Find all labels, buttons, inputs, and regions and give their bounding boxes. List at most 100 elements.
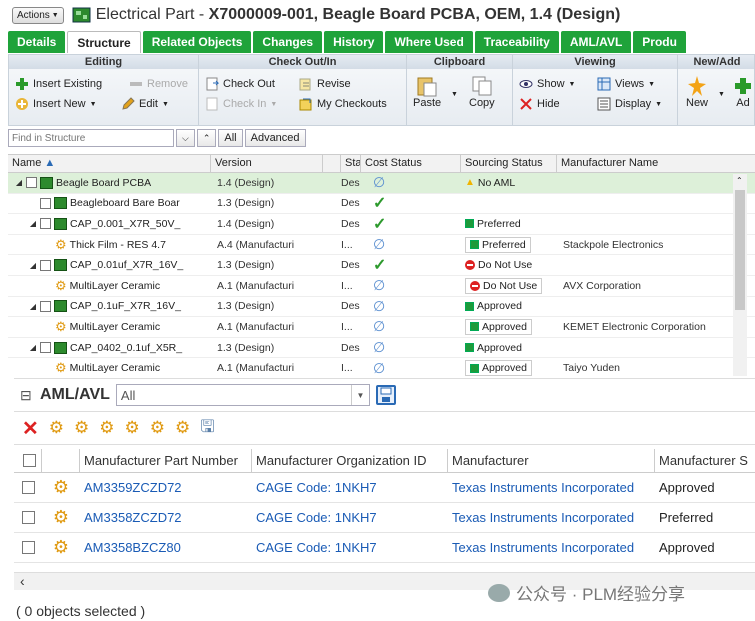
display-button[interactable]: Display ▼ — [597, 97, 662, 111]
org-id-link[interactable]: CAGE Code: 1NKH7 — [252, 480, 448, 495]
grid-vertical-scrollbar[interactable]: ⌃ — [733, 174, 747, 376]
org-id-link[interactable]: CAGE Code: 1NKH7 — [252, 540, 448, 555]
table-row[interactable]: ⚙ MultiLayer Ceramic A.1 (Manufacturi I..… — [8, 317, 755, 338]
tab-where-used[interactable]: Where Used — [385, 31, 473, 53]
tab-related-objects[interactable]: Related Objects — [142, 31, 252, 53]
checkbox[interactable] — [26, 177, 37, 189]
save-disk-icon[interactable]: 🖫 — [200, 414, 214, 443]
table-row[interactable]: ◢ CAP_0.1uF_X7R_16V_ 1.3 (Design) Des ∅ A… — [8, 297, 755, 318]
table-row[interactable]: Beagleboard Bare Boar 1.3 (Design) Des ✓ — [8, 194, 755, 215]
column-header-cost-status[interactable]: Cost Status — [361, 155, 461, 172]
delete-icon[interactable]: ✕ — [22, 416, 39, 441]
chevron-left-icon[interactable]: ‹ — [20, 573, 25, 589]
expand-triangle-icon[interactable]: ◢ — [28, 261, 38, 270]
tab-structure[interactable]: Structure — [67, 31, 141, 53]
table-row[interactable]: ⚙ MultiLayer Ceramic A.1 (Manufacturi I..… — [8, 276, 755, 297]
table-row[interactable]: ◢ CAP_0.01uf_X7R_16V_ 1.3 (Design) Des ✓ … — [8, 255, 755, 276]
expand-triangle-icon[interactable]: ◢ — [28, 302, 38, 311]
aml-table-row[interactable]: ⚙ AM3358BZCZ80 CAGE Code: 1NKH7 Texas In… — [14, 533, 755, 563]
column-header-manufacturer-name[interactable]: Manufacturer Name — [557, 155, 741, 172]
aml-filter-select[interactable]: All ▼ — [115, 384, 370, 406]
aml-table-row[interactable]: ⚙ AM3358ZCZD72 CAGE Code: 1NKH7 Texas In… — [14, 503, 755, 533]
views-button[interactable]: Views ▼ — [597, 77, 655, 91]
column-header-state[interactable]: Sta — [341, 155, 361, 172]
insert-existing-button[interactable]: Insert Existing — [15, 77, 102, 91]
checkbox[interactable] — [40, 197, 51, 209]
column-header-part-number[interactable]: Manufacturer Part Number — [80, 448, 252, 473]
column-header-manufacturer[interactable]: Manufacturer — [448, 448, 655, 473]
edit-button[interactable]: Edit ▼ — [121, 97, 169, 111]
show-button[interactable]: Show ▼ — [519, 77, 575, 91]
checkbox[interactable] — [40, 259, 51, 271]
gear-edit-icon[interactable]: ⚙ — [175, 418, 190, 438]
table-row[interactable]: ◢ CAP_0.001_X7R_50V_ 1.4 (Design) Des ✓ P… — [8, 214, 755, 235]
checkbox[interactable] — [40, 218, 51, 230]
paste-button[interactable]: Paste — [413, 75, 441, 109]
gear-icon[interactable]: ⚙ — [49, 418, 64, 438]
state-cell: I... — [341, 279, 353, 292]
column-header-name[interactable]: Name ▲ — [8, 155, 211, 172]
checkbox[interactable] — [23, 454, 36, 467]
chevron-down-icon: ▼ — [89, 100, 97, 108]
expand-triangle-icon[interactable]: ◢ — [28, 343, 38, 352]
tab-history[interactable]: History — [324, 31, 384, 53]
new-button[interactable]: New — [686, 75, 708, 109]
part-number-link[interactable]: AM3359ZCZD72 — [80, 480, 252, 495]
my-checkouts-button[interactable]: My Checkouts — [299, 97, 387, 111]
expand-triangle-icon[interactable]: ◢ — [28, 219, 38, 228]
scrollbar-thumb[interactable] — [735, 190, 745, 310]
hide-button[interactable]: Hide — [519, 97, 560, 111]
page-title: Electrical Part - X7000009-001, Beagle B… — [96, 6, 621, 24]
manufacturer-link[interactable]: Texas Instruments Incorporated — [448, 480, 655, 495]
cost-status-cell: ∅ — [361, 277, 461, 294]
save-icon[interactable] — [375, 385, 396, 405]
add-button[interactable]: Ad — [732, 75, 754, 109]
gear-plus-icon[interactable]: ⚙ — [99, 418, 114, 438]
checkbox[interactable] — [21, 511, 35, 524]
name-cell: Beagleboard Bare Boar — [8, 197, 211, 210]
column-header-org-id[interactable]: Manufacturer Organization ID — [252, 448, 448, 473]
check-out-button[interactable]: Check Out — [205, 77, 275, 91]
tab-aml-avl[interactable]: AML/AVL — [560, 31, 632, 53]
checkbox[interactable] — [40, 300, 51, 312]
actions-menu-button[interactable]: Actions ▼ — [12, 6, 64, 24]
part-number-link[interactable]: AM3358ZCZD72 — [80, 510, 252, 525]
insert-new-button[interactable]: Insert New ▼ — [15, 97, 97, 111]
tab-traceability[interactable]: Traceability — [474, 31, 559, 53]
find-in-structure-input[interactable] — [8, 129, 174, 147]
select-all-checkbox[interactable] — [14, 448, 42, 473]
table-row[interactable]: ⚙ Thick Film - RES 4.7 A.4 (Manufacturi I… — [8, 235, 755, 256]
check-in-button[interactable]: Check In ▼ — [205, 97, 277, 111]
column-header-manufacturer-status[interactable]: Manufacturer S — [655, 449, 755, 473]
find-previous-button[interactable]: ⌃ — [196, 129, 217, 147]
add-gear-icon[interactable]: ⚙ — [74, 418, 89, 438]
cost-status-cell: ✓ — [361, 193, 461, 213]
checkbox[interactable] — [21, 541, 35, 554]
column-header-sourcing-status[interactable]: Sourcing Status — [461, 155, 557, 172]
table-row[interactable]: ◢ CAP_0402_0.1uf_X5R_ 1.3 (Design) Des ∅ … — [8, 338, 755, 359]
table-row[interactable]: ◢ Beagle Board PCBA 1.4 (Design) Des ∅ ▲ N… — [8, 173, 755, 194]
manufacturer-link[interactable]: Texas Instruments Incorporated — [448, 540, 655, 555]
table-row[interactable]: ⚙ MultiLayer Ceramic A.1 (Manufacturi I..… — [8, 358, 755, 376]
checkbox[interactable] — [21, 481, 35, 494]
advanced-search-button[interactable]: Advanced — [244, 129, 306, 147]
column-header-version[interactable]: Version — [211, 155, 323, 172]
chevron-up-icon[interactable]: ⌃ — [736, 176, 743, 185]
collapse-icon[interactable]: ⊟ — [20, 387, 34, 404]
copy-button[interactable]: Copy — [469, 75, 495, 109]
checkbox[interactable] — [40, 342, 51, 354]
gear-arrow-icon[interactable]: ⚙ — [125, 418, 140, 438]
aml-table-row[interactable]: ⚙ AM3359ZCZD72 CAGE Code: 1NKH7 Texas In… — [14, 473, 755, 503]
tab-details[interactable]: Details — [8, 31, 66, 53]
find-all-button[interactable]: All — [218, 129, 243, 147]
gear-search-icon[interactable]: ⚙ — [150, 418, 165, 438]
revise-button[interactable]: Revise — [299, 77, 351, 91]
find-dropdown-button[interactable]: ⌵ — [176, 129, 195, 147]
manufacturer-link[interactable]: Texas Instruments Incorporated — [448, 510, 655, 525]
tab-changes[interactable]: Changes — [253, 31, 323, 53]
remove-button[interactable]: Remove — [129, 77, 188, 91]
org-id-link[interactable]: CAGE Code: 1NKH7 — [252, 510, 448, 525]
part-number-link[interactable]: AM3358BZCZ80 — [80, 540, 252, 555]
tab-produ[interactable]: Produ — [633, 31, 686, 53]
expand-triangle-icon[interactable]: ◢ — [14, 178, 24, 187]
